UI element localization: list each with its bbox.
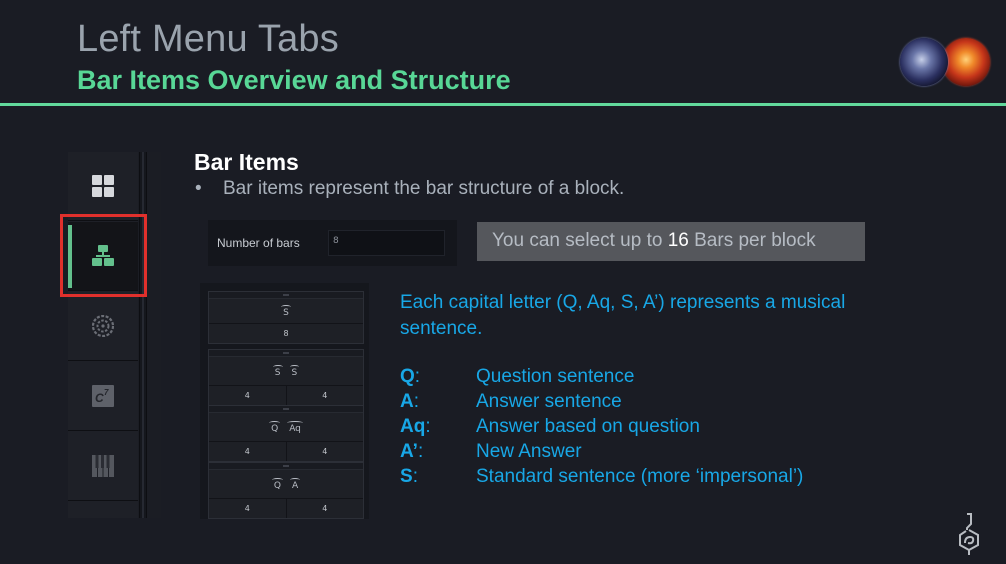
bar-count[interactable]: 8 xyxy=(209,324,363,343)
legend-key: A’ xyxy=(400,441,418,462)
bar-count[interactable]: 4 xyxy=(285,499,364,518)
svg-text:7: 7 xyxy=(104,388,109,397)
sidebar-tab-grid[interactable] xyxy=(68,152,138,221)
svg-text:C: C xyxy=(95,391,104,405)
bar-structure-panel: S 8 S S 4 4 Q Aq 4 4 Q A 4 4 xyxy=(200,283,369,519)
circle-dial-icon xyxy=(92,315,114,337)
sentence-label: S xyxy=(289,364,299,378)
piano-keys-icon xyxy=(92,455,114,477)
sidebar-tab-chords[interactable]: C 7 xyxy=(68,362,138,431)
sentence-label: Q xyxy=(269,420,281,434)
chord-c7-icon: C 7 xyxy=(92,385,114,407)
legend-desc: New Answer xyxy=(476,441,582,462)
legend-desc: Standard sentence (more ‘impersonal’) xyxy=(476,466,804,487)
legend-row: S: Standard sentence (more ‘impersonal’) xyxy=(400,466,803,491)
sentence-label: Aq xyxy=(287,420,303,434)
legend-row: Aq: Answer based on question xyxy=(400,416,803,441)
bar-count[interactable]: 4 xyxy=(209,386,286,405)
sidebar-tabs: C 7 xyxy=(68,152,138,518)
grid-icon xyxy=(92,175,114,197)
blue-orb-icon xyxy=(900,38,948,86)
number-of-bars-input[interactable]: 8 xyxy=(328,230,445,256)
info-highlight: 16 xyxy=(667,230,689,251)
legend-desc: Answer sentence xyxy=(476,391,622,412)
brand-logo-icon xyxy=(959,513,979,555)
legend-row: A: Answer sentence xyxy=(400,391,803,416)
sentence-label: S xyxy=(272,364,283,378)
legend-key: Q xyxy=(400,366,415,387)
number-of-bars-label: Number of bars xyxy=(217,236,300,250)
drag-handle[interactable] xyxy=(209,463,363,470)
bar-block[interactable]: Q Aq 4 4 xyxy=(208,405,364,462)
info-suffix: Bars per block xyxy=(688,230,816,251)
drag-handle[interactable] xyxy=(209,350,363,357)
sidebar-tab-piano[interactable] xyxy=(68,432,138,501)
bullet-text: Bar items represent the bar structure of… xyxy=(223,178,625,199)
bar-count[interactable]: 4 xyxy=(209,442,286,461)
legend-key: A xyxy=(400,391,414,412)
legend-row: A’: New Answer xyxy=(400,441,803,466)
page-title: Left Menu Tabs xyxy=(77,18,339,60)
left-menu-sidebar: C 7 xyxy=(68,152,161,518)
sentence-label: S xyxy=(281,304,291,318)
bullet-item: • Bar items represent the bar structure o… xyxy=(195,178,624,200)
bar-block[interactable]: S S 4 4 xyxy=(208,349,364,406)
sentence-label: A xyxy=(289,477,301,491)
highlight-annotation-box xyxy=(60,214,147,297)
drag-handle[interactable] xyxy=(209,406,363,413)
legend-desc: Question sentence xyxy=(476,366,635,387)
legend-key: Aq xyxy=(400,416,426,437)
explanation-text: Each capital letter (Q, Aq, S, A’) repre… xyxy=(400,292,846,339)
drag-handle[interactable] xyxy=(209,292,363,299)
max-bars-info-box: You can select up to 16 Bars per block xyxy=(477,222,865,261)
legend-key: S xyxy=(400,466,413,487)
legend-row: Q: Question sentence xyxy=(400,366,803,391)
sidebar-scrollbar[interactable] xyxy=(139,152,147,518)
bar-block[interactable]: S 8 xyxy=(208,291,364,344)
sentence-label: Q xyxy=(271,477,284,491)
scrollbar-thumb[interactable] xyxy=(142,152,144,518)
bar-count[interactable]: 4 xyxy=(285,442,364,461)
brand-orbs-logo xyxy=(898,36,994,90)
legend-desc: Answer based on question xyxy=(476,416,700,437)
bar-block[interactable]: Q A 4 4 xyxy=(208,462,364,519)
section-title: Bar Items xyxy=(194,149,299,175)
red-orb-icon xyxy=(942,38,990,86)
bullet-marker: • xyxy=(195,178,202,199)
sentence-legend: Q: Question sentence A: Answer sentence … xyxy=(400,366,803,491)
page-subtitle: Bar Items Overview and Structure xyxy=(77,65,511,95)
number-of-bars-field: Number of bars 8 xyxy=(208,220,457,266)
header-divider xyxy=(0,103,1006,106)
info-prefix: You can select up to xyxy=(492,230,668,251)
bar-count[interactable]: 4 xyxy=(209,499,286,518)
bar-count[interactable]: 4 xyxy=(285,386,364,405)
sidebar-tab-circle[interactable] xyxy=(68,292,138,361)
